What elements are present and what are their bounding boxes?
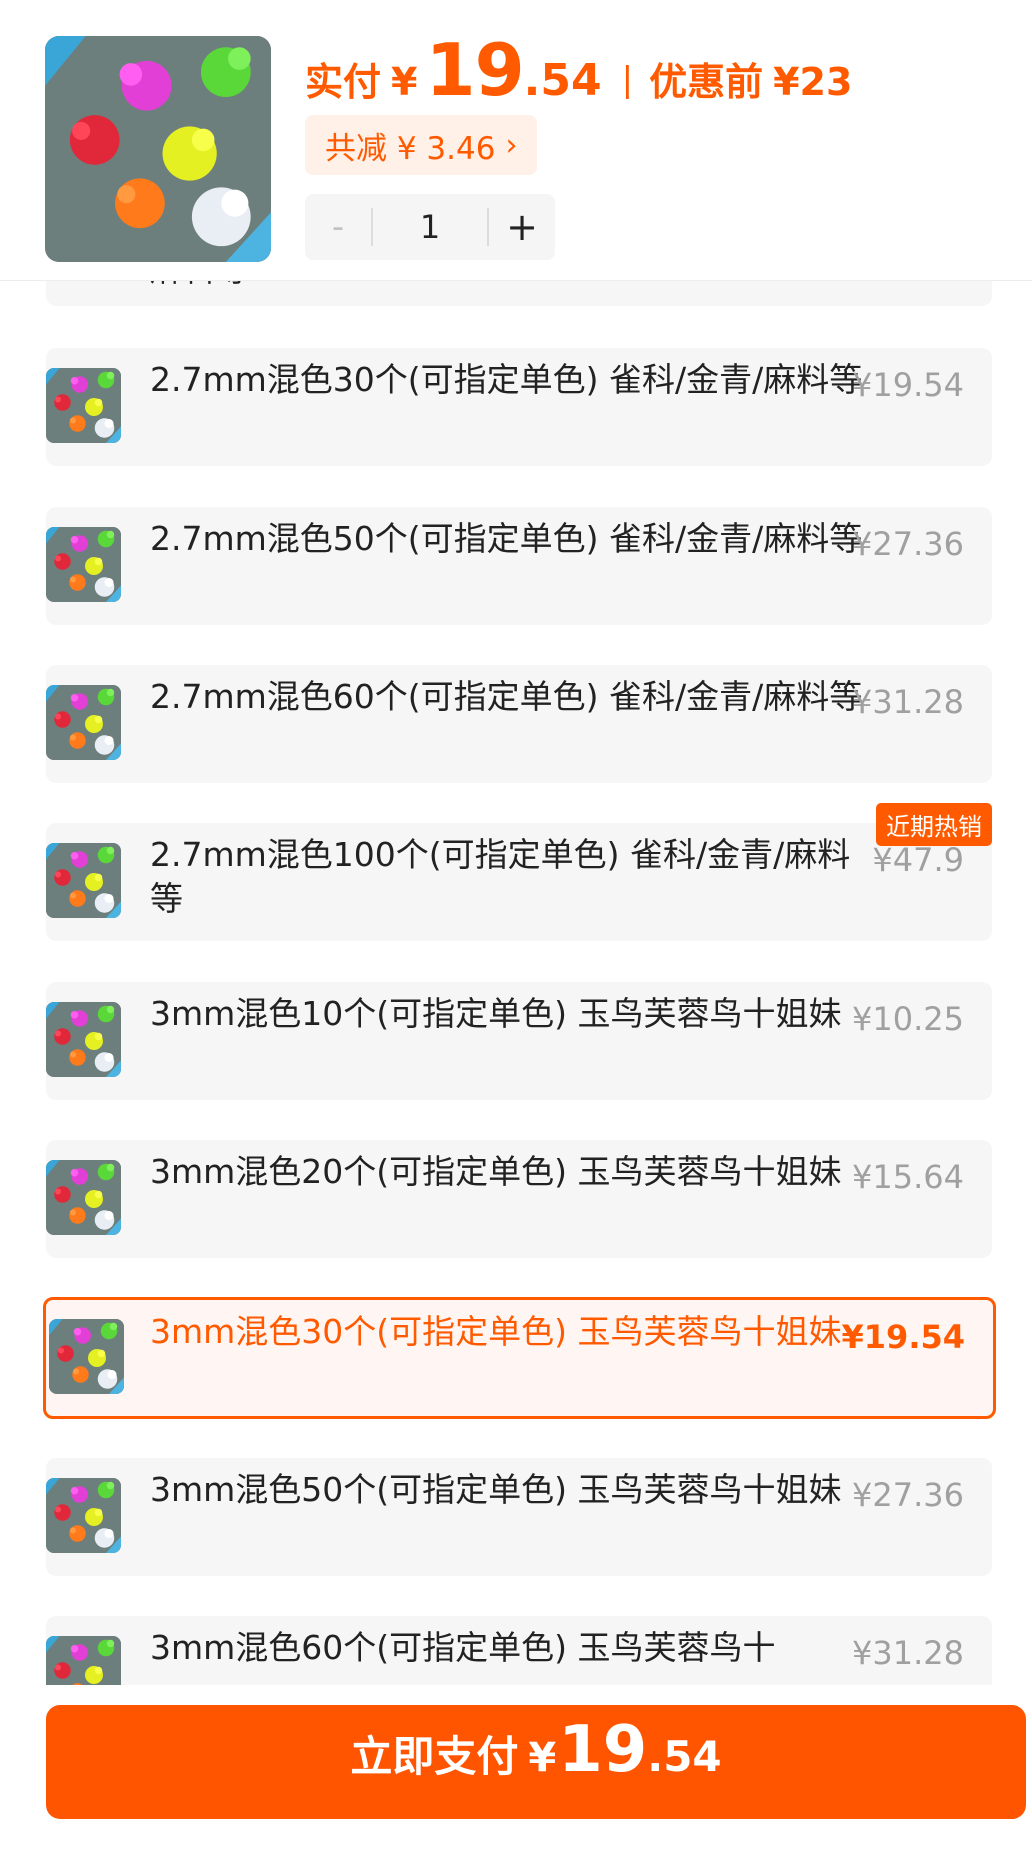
option-thumbnail [46,368,121,443]
option-price: ¥19.54 [852,366,964,404]
option-label: 2.7mm混色30个(可指定单色) 雀科/金青/麻料等 [150,360,863,399]
pay-bar: 立即支付 ¥ 19 .54 [0,1685,1032,1863]
hot-sale-badge: 近期热销 [876,803,992,846]
option-label: 3mm混色20个(可指定单色) 玉鸟芙蓉鸟十姐妹 [150,1152,842,1191]
price-integer: 19 [425,28,524,112]
option-label: 2.7mm混色100个(可指定单色) 雀科/金青/麻料等 [150,835,851,918]
sku-option[interactable]: 3mm混色20个(可指定单色) 玉鸟芙蓉鸟十姐妹 ¥15.64 [46,1140,992,1258]
chevron-right-icon: › [505,127,518,163]
pay-currency: ¥ [528,1735,557,1781]
original-price: ¥23 [773,60,853,104]
option-price: ¥27.36 [852,525,964,563]
paid-label: 实付 [305,60,382,104]
discount-detail-button[interactable]: 共减 ¥ 3.46 › [305,115,538,175]
option-label: 3mm混色50个(可指定单色) 玉鸟芙蓉鸟十姐妹 [150,1470,842,1509]
option-thumbnail [46,843,121,918]
pay-price-integer: 19 [558,1713,648,1787]
price-summary: 实付 ¥ 19 .54 | 优惠前 ¥23 [305,28,853,112]
price-separator: | [621,60,634,100]
option-label: 2.7mm混色60个(可指定单色) 雀科/金青/麻料等 [150,677,863,716]
pay-now-button[interactable]: 立即支付 ¥ 19 .54 [46,1705,1026,1819]
option-label: 3mm混色60个(可指定单色) 玉鸟芙蓉鸟十 [150,1628,776,1667]
increase-button[interactable]: + [489,194,555,260]
sku-option[interactable]: 2.7mm混色50个(可指定单色) 雀科/金青/麻料等 ¥27.36 [46,507,992,625]
option-price: ¥27.36 [852,1476,964,1514]
sku-option-partial[interactable]: 3mm混色60个(可指定单色) 玉鸟芙蓉鸟十 ¥31.28 [46,1616,992,1685]
price-decimal: .54 [523,55,602,106]
option-price: ¥31.28 [852,1634,964,1672]
option-price: ¥47.9 [872,841,964,879]
original-price-label: 优惠前 [649,60,764,104]
product-image[interactable] [45,36,271,262]
option-price: ¥19.54 [841,1318,965,1356]
discount-text: 共减 ¥ 3.46 [325,130,496,167]
option-price: ¥31.28 [852,683,964,721]
sku-option[interactable]: 3mm混色10个(可指定单色) 玉鸟芙蓉鸟十姐妹 ¥10.25 [46,982,992,1100]
sku-option-selected[interactable]: 3mm混色30个(可指定单色) 玉鸟芙蓉鸟十姐妹 ¥19.54 [43,1297,996,1419]
decrease-button[interactable]: - [305,194,371,260]
option-thumbnail [46,1636,121,1685]
sku-option[interactable]: 2.7mm混色30个(可指定单色) 雀科/金青/麻料等 ¥19.54 [46,348,992,466]
option-thumbnail [46,1160,121,1235]
option-thumbnail [46,1478,121,1553]
sku-option[interactable]: 近期热销 2.7mm混色100个(可指定单色) 雀科/金青/麻料等 ¥47.9 [46,803,992,941]
pay-label: 立即支付 [350,1732,519,1781]
sku-header: 实付 ¥ 19 .54 | 优惠前 ¥23 共减 ¥ 3.46 › - 1 + [0,0,1032,281]
sku-option[interactable]: 3mm混色50个(可指定单色) 玉鸟芙蓉鸟十姐妹 ¥27.36 [46,1458,992,1576]
option-thumbnail [49,1319,124,1394]
option-thumbnail [46,685,121,760]
pay-price-decimal: .54 [647,1732,722,1781]
quantity-value[interactable]: 1 [373,208,487,246]
product-image-graphic [45,36,271,262]
sku-option[interactable]: 2.7mm混色60个(可指定单色) 雀科/金青/麻料等 ¥31.28 [46,665,992,783]
quantity-stepper[interactable]: - 1 + [305,194,555,260]
option-label: 3mm混色10个(可指定单色) 玉鸟芙蓉鸟十姐妹 [150,994,842,1033]
option-price: ¥15.64 [852,1158,964,1196]
currency-symbol: ¥ [391,60,418,104]
option-label: 2.7mm混色50个(可指定单色) 雀科/金青/麻料等 [150,519,863,558]
option-thumbnail [46,527,121,602]
option-label: 3mm混色30个(可指定单色) 玉鸟芙蓉鸟十姐妹 [150,1312,842,1351]
option-thumbnail [46,1002,121,1077]
option-price: ¥10.25 [852,1000,964,1038]
